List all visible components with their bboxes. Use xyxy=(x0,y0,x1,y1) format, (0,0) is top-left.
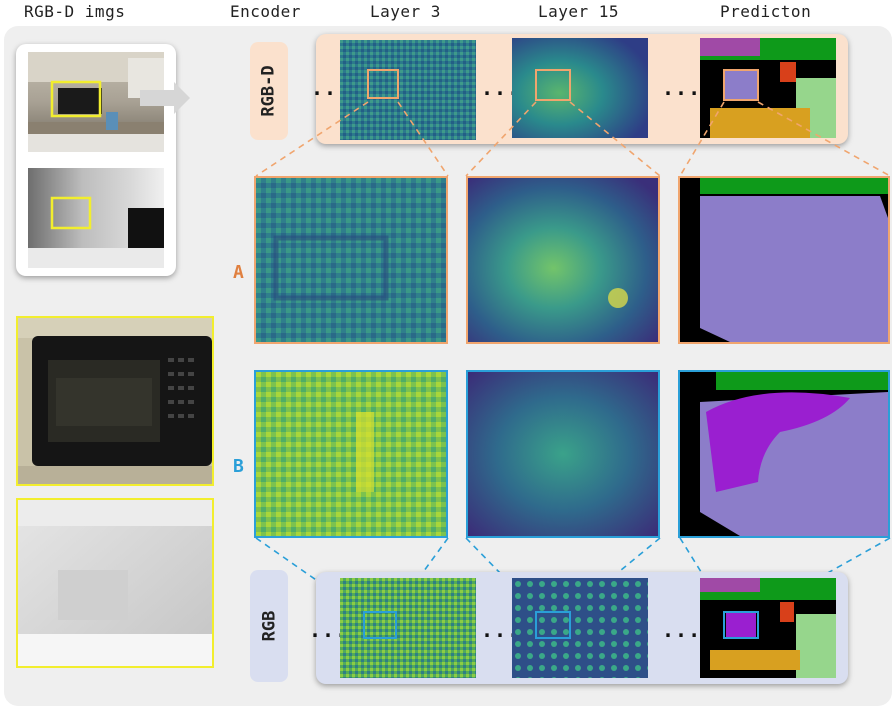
rgb-layer15-zoom xyxy=(466,370,660,538)
rgb-layer3-feature-map xyxy=(340,578,476,678)
rgbd-prediction-zoom xyxy=(678,176,890,344)
rgb-layer3-zoom xyxy=(254,370,448,538)
rgb-layer15-feature-map xyxy=(512,578,648,678)
ellipsis-6: ... xyxy=(662,618,702,642)
rgb-row-tag: RGB xyxy=(250,570,288,682)
rgb-row-label: RGB xyxy=(259,610,279,642)
rgbd-layer3-zoom xyxy=(254,176,448,344)
row-a-label: A xyxy=(233,262,244,283)
rgb-prediction-map xyxy=(700,578,836,678)
rgbd-layer15-zoom xyxy=(466,176,660,344)
rgb-prediction-zoom xyxy=(678,370,890,538)
row-b-label: B xyxy=(233,456,244,477)
